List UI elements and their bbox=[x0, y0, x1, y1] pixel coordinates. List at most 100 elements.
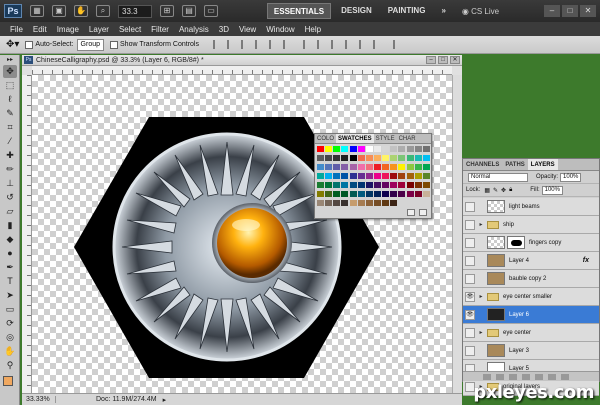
swatch-cell[interactable] bbox=[382, 146, 390, 152]
path-selection-tool-icon[interactable]: ➤ bbox=[3, 289, 17, 302]
move-tool-icon[interactable]: ✥ bbox=[3, 65, 17, 78]
swatch-cell[interactable] bbox=[422, 173, 430, 179]
lock-all-icon[interactable]: 🔒︎ bbox=[509, 187, 512, 194]
swatch-cell[interactable] bbox=[365, 164, 373, 170]
zoom-tool-icon[interactable]: ⌕ bbox=[96, 5, 110, 17]
layer-row[interactable]: light beams bbox=[463, 198, 599, 216]
swatch-cell[interactable] bbox=[414, 146, 422, 152]
status-arrow-icon[interactable]: ▸ bbox=[163, 396, 167, 404]
swatch-cell[interactable] bbox=[398, 173, 406, 179]
swatch-cell[interactable] bbox=[317, 146, 324, 152]
swatch-cell[interactable] bbox=[325, 164, 333, 170]
swatch-cell[interactable] bbox=[317, 191, 324, 197]
distribute-vcenter-icon[interactable] bbox=[317, 40, 327, 49]
swatch-cell[interactable] bbox=[333, 155, 341, 161]
history-brush-tool-icon[interactable]: ↺ bbox=[3, 191, 17, 204]
visibility-eye-icon[interactable] bbox=[465, 237, 475, 248]
swatch-cell[interactable] bbox=[373, 200, 381, 206]
swatch-cell[interactable] bbox=[325, 200, 333, 206]
swatch-cell[interactable] bbox=[390, 146, 398, 152]
swatch-cell[interactable] bbox=[398, 164, 406, 170]
workspace-design-button[interactable]: DESIGN bbox=[335, 3, 378, 19]
layer-row[interactable]: fingers copy bbox=[463, 234, 599, 252]
blur-tool-icon[interactable]: ◆ bbox=[3, 233, 17, 246]
swatch-cell[interactable] bbox=[357, 173, 365, 179]
panel-collapse-icon[interactable]: ▸▸ bbox=[3, 56, 17, 64]
swatch-cell[interactable] bbox=[398, 146, 406, 152]
swatch-cell[interactable] bbox=[398, 191, 406, 197]
distribute-hcenter-icon[interactable] bbox=[359, 40, 369, 49]
swatch-cell[interactable] bbox=[390, 164, 398, 170]
swatch-cell[interactable] bbox=[382, 155, 390, 161]
visibility-eye-icon[interactable] bbox=[465, 327, 475, 338]
swatch-cell[interactable] bbox=[333, 200, 341, 206]
swatch-cell[interactable] bbox=[414, 155, 422, 161]
zoom-tool-panel-icon[interactable]: ⚲ bbox=[3, 359, 17, 372]
tab-styles[interactable]: STYLE bbox=[374, 134, 397, 143]
new-layer-icon[interactable] bbox=[548, 373, 556, 380]
doc-maximize-icon[interactable]: □ bbox=[438, 56, 448, 64]
tab-swatches[interactable]: SWATCHES bbox=[336, 134, 374, 143]
menu-view[interactable]: View bbox=[239, 25, 256, 34]
swatch-cell[interactable] bbox=[398, 182, 406, 188]
swatch-cell[interactable] bbox=[382, 200, 390, 206]
expand-triangle-icon[interactable]: ▸ bbox=[477, 221, 485, 228]
swatch-cell[interactable] bbox=[406, 155, 414, 161]
show-transform-checkbox[interactable] bbox=[110, 40, 119, 49]
swatch-cell[interactable] bbox=[373, 146, 381, 152]
auto-align-icon[interactable] bbox=[393, 40, 403, 49]
swatch-cell[interactable] bbox=[325, 191, 333, 197]
swatch-cell[interactable] bbox=[325, 182, 333, 188]
menu-help[interactable]: Help bbox=[305, 25, 321, 34]
swatch-cell[interactable] bbox=[357, 182, 365, 188]
hand-icon[interactable]: ✋ bbox=[74, 5, 88, 17]
swatch-cell[interactable] bbox=[382, 191, 390, 197]
swatch-cell[interactable] bbox=[382, 164, 390, 170]
swatch-cell[interactable] bbox=[357, 191, 365, 197]
document-tab[interactable]: Ps ChineseCalligraphy.psd @ 33.3% (Layer… bbox=[22, 55, 462, 66]
swatch-cell[interactable] bbox=[357, 155, 365, 161]
layer-row[interactable]: Layer 3 bbox=[463, 342, 599, 360]
swatch-cell[interactable] bbox=[317, 155, 324, 161]
minimize-icon[interactable]: – bbox=[544, 5, 560, 17]
swatch-cell[interactable] bbox=[390, 155, 398, 161]
opacity-field[interactable]: 100% bbox=[560, 172, 582, 182]
gradient-tool-icon[interactable]: ▮ bbox=[3, 219, 17, 232]
align-right-icon[interactable] bbox=[283, 40, 293, 49]
swatch-cell[interactable] bbox=[373, 164, 381, 170]
swatch-cell[interactable] bbox=[390, 191, 398, 197]
swatch-cell[interactable] bbox=[406, 182, 414, 188]
swatch-cell[interactable] bbox=[341, 155, 349, 161]
layer-row[interactable]: 👁︎ ▸ eye center smaller bbox=[463, 288, 599, 306]
lock-pixels-icon[interactable]: ✎ bbox=[493, 187, 498, 194]
hand-tool-icon[interactable]: ✋ bbox=[3, 345, 17, 358]
document-canvas[interactable] bbox=[32, 75, 452, 393]
view-extras-icon[interactable]: ⊞ bbox=[160, 5, 174, 17]
tab-color[interactable]: COLO bbox=[315, 134, 336, 143]
lasso-tool-icon[interactable]: ℓ bbox=[3, 93, 17, 106]
doc-minimize-icon[interactable]: – bbox=[426, 56, 436, 64]
zoom-level-field[interactable]: 33.3 bbox=[118, 4, 152, 18]
menu-layer[interactable]: Layer bbox=[89, 25, 109, 34]
crop-tool-icon[interactable]: ⌗ bbox=[3, 121, 17, 134]
move-tool-preset-icon[interactable]: ✥▾ bbox=[6, 39, 19, 50]
lock-position-icon[interactable]: ✥ bbox=[501, 187, 506, 194]
swatch-cell[interactable] bbox=[325, 173, 333, 179]
layer-effects-icon[interactable]: fx bbox=[583, 257, 589, 264]
status-zoom[interactable]: 33.33% bbox=[22, 396, 56, 403]
visibility-eye-icon[interactable]: 👁︎ bbox=[465, 291, 475, 302]
layer-row[interactable]: 👁︎ Layer 6 bbox=[463, 306, 599, 324]
menu-filter[interactable]: Filter bbox=[151, 25, 169, 34]
visibility-eye-icon[interactable] bbox=[465, 345, 475, 356]
swatch-cell[interactable] bbox=[382, 182, 390, 188]
align-hcenter-icon[interactable] bbox=[269, 40, 279, 49]
mini-bridge-icon[interactable]: ▣ bbox=[52, 5, 66, 17]
layer-row[interactable]: ▸ eye center bbox=[463, 324, 599, 342]
distribute-bottom-icon[interactable] bbox=[331, 40, 341, 49]
expand-triangle-icon[interactable]: ▸ bbox=[477, 293, 485, 300]
swatch-cell[interactable] bbox=[349, 164, 357, 170]
swatch-cell[interactable] bbox=[333, 164, 341, 170]
swatch-cell[interactable] bbox=[373, 182, 381, 188]
menu-window[interactable]: Window bbox=[266, 25, 294, 34]
workspace-essentials-button[interactable]: ESSENTIALS bbox=[266, 3, 332, 19]
